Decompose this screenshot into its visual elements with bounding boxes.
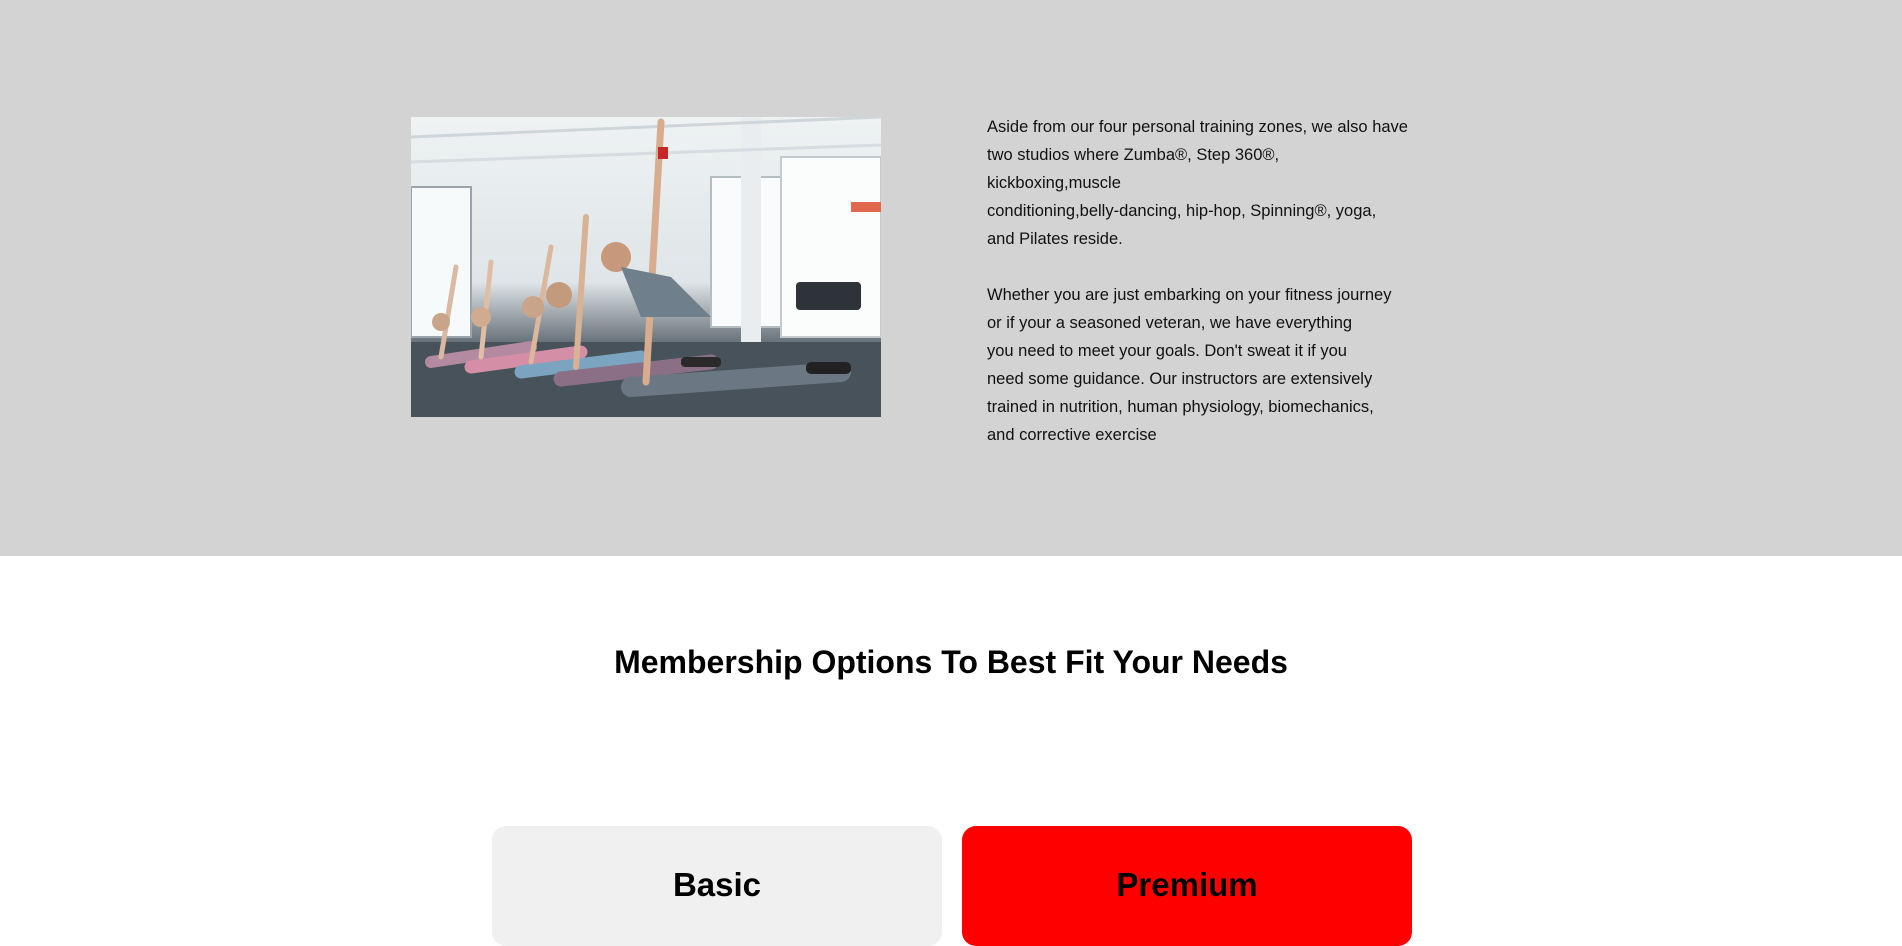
about-paragraph-studios: Aside from our four personal training zo…: [987, 118, 1408, 248]
class-photo: [411, 117, 881, 417]
about-section: Aside from our four personal training zo…: [0, 0, 1902, 556]
about-paragraph-instructors: Whether you are just embarking on your f…: [987, 286, 1392, 444]
plan-name-basic: Basic: [672, 866, 762, 903]
plan-name-premium: Premium: [1116, 866, 1258, 903]
membership-title: Membership Options To Best Fit Your Need…: [614, 644, 1288, 680]
about-text: Aside from our four personal training zo…: [987, 113, 1417, 449]
class-photo-illustration: [411, 117, 881, 417]
plan-card-basic[interactable]: Basic: [492, 826, 942, 946]
plan-card-premium[interactable]: Premium: [962, 826, 1412, 946]
